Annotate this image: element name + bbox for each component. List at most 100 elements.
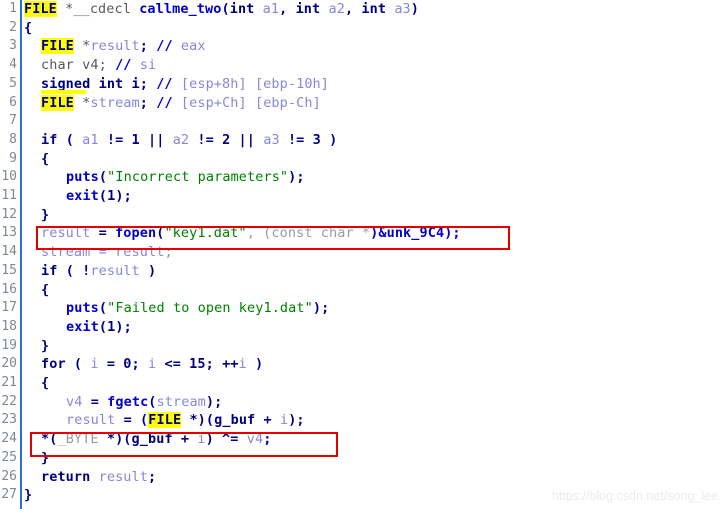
call-puts[interactable]: puts xyxy=(66,169,99,185)
line-number: 2 xyxy=(9,19,17,35)
keyword-if: if xyxy=(41,262,58,279)
code-line-9[interactable]: { xyxy=(24,150,49,169)
code-line-21[interactable]: { xyxy=(24,374,49,393)
var-i[interactable]: i xyxy=(239,356,247,372)
type-file-highlighted[interactable]: FILE xyxy=(148,412,182,429)
line-number: 4 xyxy=(9,57,17,73)
param-a1[interactable]: a1 xyxy=(82,132,98,148)
var-v4[interactable]: v4 xyxy=(66,394,82,410)
punct: ); xyxy=(205,393,223,410)
code-line-3[interactable]: FILE *result; // eax xyxy=(24,37,206,56)
code-line-18[interactable]: exit(1); xyxy=(24,318,132,337)
code-line-15[interactable]: if ( !result ) xyxy=(24,262,156,281)
code-line-13[interactable]: result = fopen("key1.dat", (const char *… xyxy=(24,224,461,243)
var-result[interactable]: result xyxy=(90,38,139,54)
var-i[interactable]: i xyxy=(90,356,98,372)
global-g-buf[interactable]: g_buf xyxy=(214,412,255,428)
var-stream[interactable]: stream xyxy=(90,95,139,111)
keyword-return: return xyxy=(41,468,91,485)
type-file-highlighted[interactable]: FILE xyxy=(41,38,74,55)
var-result[interactable]: result xyxy=(66,412,115,428)
param-a2[interactable]: a2 xyxy=(173,132,189,148)
punct: ) xyxy=(320,131,338,148)
string-failed-to-open[interactable]: "Failed to open key1.dat" xyxy=(107,300,313,316)
call-fgetc[interactable]: fgetc xyxy=(107,394,148,410)
punct: ( xyxy=(221,1,230,17)
code-line-2[interactable]: { xyxy=(24,19,32,38)
code-line-1[interactable]: FILE *__cdecl callme_two(int a1, int a2,… xyxy=(24,0,419,19)
code-line-14[interactable]: stream = result; xyxy=(24,243,173,262)
code-line-26[interactable]: return result; xyxy=(24,468,156,487)
string-incorrect-parameters[interactable]: "Incorrect parameters" xyxy=(107,169,288,185)
param-a1[interactable]: a1 xyxy=(254,1,279,17)
comment-text-stack-offsets: [esp+8h] [ebp-10h] xyxy=(172,75,329,92)
var-result[interactable]: result xyxy=(115,244,164,260)
keyword-for: for xyxy=(41,356,66,373)
function-name[interactable]: callme_two xyxy=(139,1,221,17)
punct: ; xyxy=(164,244,173,261)
line-number: 15 xyxy=(1,262,17,278)
var-i[interactable]: i; xyxy=(123,76,156,92)
code-line-23[interactable]: result = (FILE *)(g_buf + i); xyxy=(24,411,305,430)
type-file-highlighted[interactable]: FILE xyxy=(24,1,57,17)
pseudocode-view[interactable]: 1 2 3 4 5 6 7 8 9 10 11 12 13 14 15 16 1… xyxy=(0,0,724,509)
line-number: 19 xyxy=(1,337,17,353)
var-stream[interactable]: stream xyxy=(157,394,206,410)
code-line-10[interactable]: puts("Incorrect parameters"); xyxy=(24,168,305,187)
code-line-11[interactable]: exit(1); xyxy=(24,187,132,206)
var-i[interactable]: i xyxy=(280,412,288,428)
call-exit[interactable]: exit xyxy=(66,188,99,204)
type-file-highlighted[interactable]: FILE xyxy=(41,94,74,111)
string-key1-dat[interactable]: "key1.dat" xyxy=(164,225,246,241)
global-unk-9c4[interactable]: &unk_9C4 xyxy=(378,225,444,241)
code-line-17[interactable]: puts("Failed to open key1.dat"); xyxy=(24,299,329,318)
code-line-27[interactable]: } xyxy=(24,486,32,505)
global-g-buf[interactable]: g_buf xyxy=(132,431,173,447)
line-number: 23 xyxy=(1,412,17,428)
code-line-22[interactable]: v4 = fgetc(stream); xyxy=(24,393,222,412)
code-line-4[interactable]: char v4; // si xyxy=(24,56,156,75)
call-fopen[interactable]: fopen xyxy=(115,225,156,241)
var-result[interactable]: result xyxy=(41,225,90,241)
var-result[interactable]: result xyxy=(90,263,139,279)
close-brace: } xyxy=(41,337,50,354)
operator-assign: = xyxy=(90,244,116,261)
punct: ( xyxy=(57,131,83,148)
open-brace: { xyxy=(24,19,33,36)
punct: ( xyxy=(98,169,108,186)
code-line-19[interactable]: } xyxy=(24,337,49,356)
code-area[interactable]: FILE *__cdecl callme_two(int a1, int a2,… xyxy=(24,0,724,509)
code-line-12[interactable]: } xyxy=(24,206,49,225)
punct: * xyxy=(73,94,91,111)
var-i[interactable]: i xyxy=(148,356,156,372)
param-a3[interactable]: a3 xyxy=(386,1,411,17)
punct: ); xyxy=(312,300,330,317)
var-v4[interactable]: v4 xyxy=(247,431,263,447)
call-puts[interactable]: puts xyxy=(66,300,99,316)
call-exit[interactable]: exit xyxy=(66,319,99,335)
var-stream[interactable]: stream xyxy=(41,244,90,260)
code-line-24[interactable]: *(_BYTE *)(g_buf + i) ^= v4; xyxy=(24,430,271,449)
keyword-int: int xyxy=(361,1,387,17)
param-a3[interactable]: a3 xyxy=(263,132,279,148)
code-line-25[interactable]: } xyxy=(24,449,49,468)
punct: ( xyxy=(148,393,157,410)
code-line-20[interactable]: for ( i = 0; i <= 15; ++i ) xyxy=(24,355,263,374)
punct: = ( xyxy=(115,412,149,429)
param-a2[interactable]: a2 xyxy=(320,1,345,17)
cast-const-char-ptr: const char * xyxy=(271,225,371,242)
code-line-16[interactable]: { xyxy=(24,281,49,300)
operator-assign: = xyxy=(82,393,108,410)
line-number: 22 xyxy=(1,393,17,409)
line-number: 13 xyxy=(1,225,17,241)
var-result[interactable]: result xyxy=(99,469,148,485)
line-number: 6 xyxy=(9,94,17,110)
var-i[interactable]: i xyxy=(197,431,205,447)
code-line-8[interactable]: if ( a1 != 1 || a2 != 2 || a3 != 3 ) xyxy=(24,131,337,150)
decl-spec: *__cdecl xyxy=(56,1,140,17)
punct: ( xyxy=(98,188,108,204)
var-v4[interactable]: v4; xyxy=(74,57,115,73)
code-line-6[interactable]: FILE *stream; // [esp+Ch] [ebp-Ch] xyxy=(24,94,321,113)
punct: ( xyxy=(65,356,91,373)
